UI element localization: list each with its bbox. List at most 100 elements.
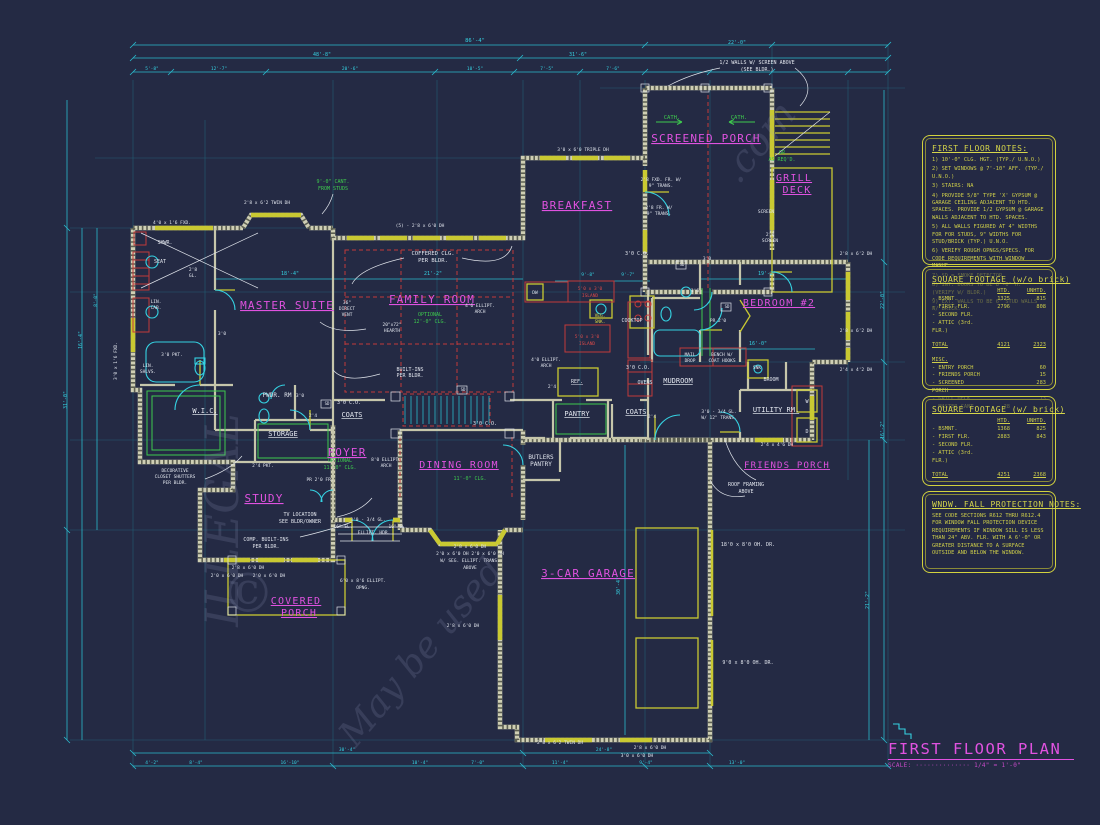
sheet-scale: SCALE: ·············· 1/4" = 1'-0": [888, 762, 1074, 769]
sqft-cell: UNHTD.: [1010, 418, 1046, 426]
plan-label: 36": [343, 300, 351, 306]
sqft-cell: - SECOND FLR.: [932, 312, 980, 320]
plan-label: W.I.C.: [192, 407, 217, 415]
plan-label: 3'0 C.O.: [626, 365, 650, 371]
sqft-cell: 2883: [980, 434, 1010, 442]
plan-label: COFFERED CLG.: [411, 251, 454, 257]
plan-label: DINING ROOM: [419, 460, 498, 471]
plan-label: GRILL: [776, 173, 812, 184]
plan-label: LIN.: [143, 363, 154, 369]
plan-label: LIN.: [151, 299, 162, 305]
plan-label: SD: [680, 262, 685, 267]
plan-label: PWDR. RM: [263, 392, 292, 399]
plan-label: SD: [461, 387, 466, 392]
sqft-cell: 283: [1010, 380, 1046, 396]
sqft-cell: HTD.: [980, 288, 1010, 296]
plan-label: 4'6 ELLIPT.: [465, 303, 495, 309]
plan-label: 18'-4": [281, 271, 299, 277]
plan-label: 5'-8": [145, 66, 159, 72]
plan-label: 9" TRANS.: [647, 211, 671, 217]
sqft-cell: 808: [1010, 304, 1046, 312]
plan-label: ELLIPT. HDR.: [358, 530, 391, 536]
sqft-brick-panel: SQUARE FOOTAGE (w/ brick) HTD.UNHTD.- BS…: [922, 396, 1056, 486]
plan-label: 12'-7": [211, 66, 227, 72]
plan-label: BEDROOM #2: [743, 298, 815, 309]
plan-label: STORAGE: [268, 430, 298, 438]
plan-label: 3'0 C.O.: [625, 251, 649, 257]
sqft-cell: [1010, 357, 1046, 365]
plan-label: 4'0 ELLIPT.: [531, 357, 561, 363]
sqft-cell: [932, 418, 980, 426]
sqft-cell: - FRIENDS PORCH: [932, 372, 980, 380]
plan-label: 9'-0" CANT.: [316, 179, 349, 185]
sqft-cell: 2368: [1010, 472, 1046, 480]
plan-label: 16'-0": [749, 341, 767, 347]
plan-label: PANTRY: [564, 410, 590, 418]
plan-label: 2'8 x 6'2 TWIN DH: [244, 200, 290, 206]
sqft-row: - ATTIC (3rd. FLR.): [932, 320, 1046, 336]
plan-label: OPTIONAL: [328, 458, 352, 464]
plan-label: 3'0 PKT.: [161, 352, 183, 358]
plan-label: 3'0 C.O.: [337, 400, 361, 406]
plan-label: SHWR.: [157, 240, 172, 246]
plan-label: W/ SEG. ELLIPT. TRANS.: [440, 558, 500, 564]
sqft-cell: 15: [1010, 372, 1046, 380]
plan-label: 2'8 FR. W/: [645, 205, 672, 211]
plan-label: SCREEN: [758, 209, 775, 215]
sqft-cell: 843: [1010, 434, 1046, 442]
sqft-row: TOTAL41212323: [932, 342, 1046, 350]
plan-label: 2'8 x 6'0 DH: [634, 745, 667, 751]
sqft-cell: - ATTIC (3rd. FLR.): [932, 320, 980, 336]
sqft-row: - SECOND FLR.: [932, 442, 1046, 450]
plan-label: BUTLERS: [528, 454, 554, 461]
first-floor-notes-title: FIRST FLOOR NOTES:: [932, 144, 1046, 153]
plan-label: SEAT: [154, 259, 166, 265]
plan-label: 1/2 WALLS W/ SCREEN ABOVE: [719, 60, 794, 66]
plan-label: 2'8 x 6'2 DH: [840, 328, 873, 334]
sqft-row: - BSMNT.1368825: [932, 426, 1046, 434]
plan-label: VEG.: [595, 313, 606, 319]
plan-label: OPNG.: [356, 585, 370, 591]
plan-label: 22'-0": [880, 291, 886, 309]
plan-label: FROM STUDS: [318, 186, 348, 192]
plan-label: 9'-4": [639, 760, 653, 766]
window-fall-protection-panel: WNDW. FALL PROTECTION NOTES: SEE CODE SE…: [922, 491, 1056, 573]
plan-label: 2'8 x 6'2 TWIN DH: [537, 740, 583, 746]
plan-label: 2'4: [548, 384, 556, 390]
plan-label: HEARTH: [384, 328, 401, 334]
sqft-row: - FRIENDS PORCH 15: [932, 372, 1046, 380]
plan-label: MUDROOM: [663, 377, 693, 385]
plan-label: D: [805, 429, 808, 435]
plan-label: 2'4 x 4'2 DH: [840, 367, 873, 373]
sqft-row: HTD.UNHTD.: [932, 288, 1046, 296]
sqft-cell: 2323: [1010, 342, 1046, 350]
plan-label: MAIL: [685, 352, 696, 358]
sheet-title: FIRST FLOOR PLAN: [888, 740, 1074, 760]
plan-label: 9'-8": [581, 272, 595, 278]
plan-label: 3'0 - 3/4 GL.: [350, 517, 385, 523]
plan-label: 18'0 x 8'0 OH. DR.: [721, 542, 775, 548]
sqft-cell: [980, 372, 1010, 380]
plan-label: 20'-6": [342, 66, 358, 72]
plan-label: ARCH: [475, 309, 486, 315]
plan-label: 22'-0": [728, 40, 746, 46]
note-item: 3) STAIRS: NA: [932, 183, 1046, 190]
plan-label: PR 2'0: [710, 318, 727, 324]
sqft-cell: UNHTD.: [1010, 288, 1046, 296]
sqft-cell: [1010, 450, 1046, 466]
plan-label: 16'-10": [281, 760, 300, 766]
plan-label: 3'0: [296, 393, 304, 399]
basement-stair-treads: [405, 396, 489, 424]
plan-label: OPTIONAL: [418, 312, 442, 318]
plan-label: 9" TRANS.: [649, 183, 673, 189]
plan-label: DECORATIVE: [161, 468, 188, 474]
plan-label: (SEE BLDR.): [740, 67, 773, 73]
plan-label: 10'-5": [467, 66, 483, 72]
plan-label: COATS: [341, 411, 362, 419]
first-floor-notes-panel: FIRST FLOOR NOTES: 1) 10'-0" CLG. HGT. (…: [922, 135, 1056, 265]
sqft-cell: MISC.: [932, 357, 980, 365]
plan-label: 3'0 x 6'0 TRIPLE DH: [557, 147, 609, 153]
plan-label: (5) - 2'8 x 6'0 DH: [396, 223, 445, 229]
plan-label: 19'-2": [758, 271, 776, 277]
sqft-row: HTD.UNHTD.: [932, 418, 1046, 426]
